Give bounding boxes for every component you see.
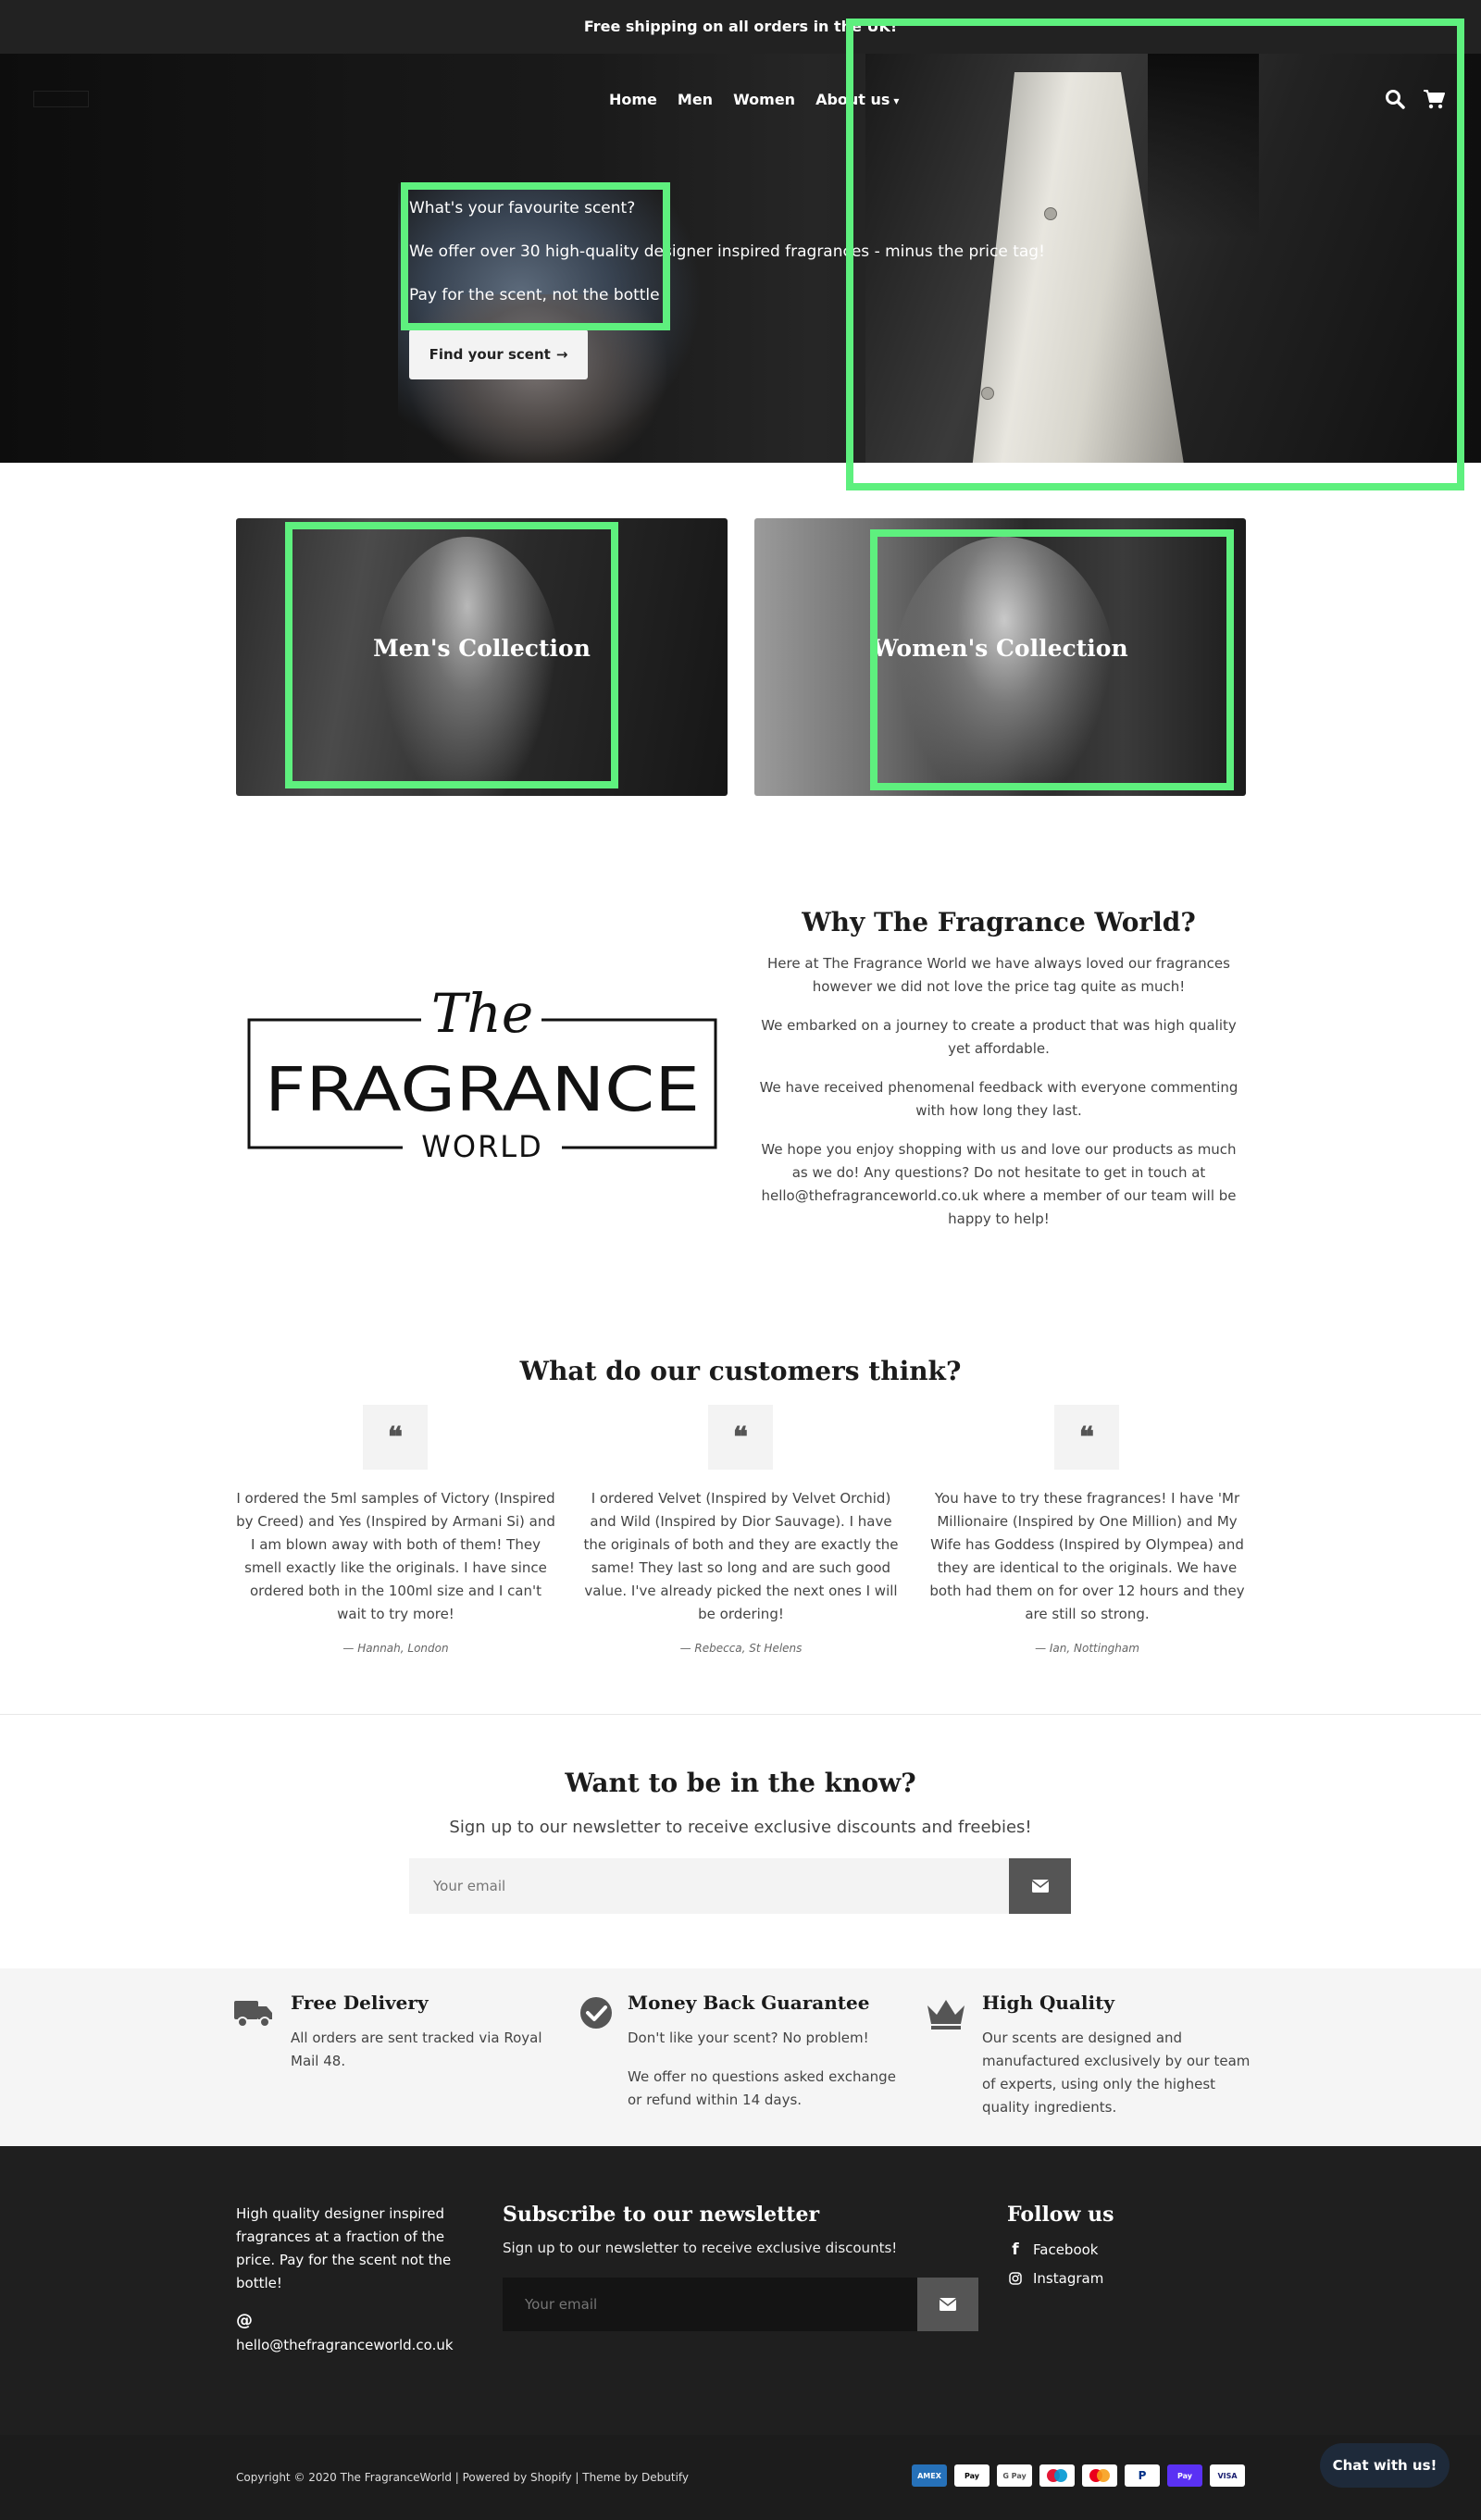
hero-line-3: Pay for the scent, not the bottle — [409, 286, 660, 304]
feature-title: Free Delivery — [291, 1992, 429, 2014]
feature-title: High Quality — [982, 1992, 1114, 2014]
amex-icon: AMEX — [912, 2464, 947, 2487]
nav-menu: Home Men Women About us ▾ — [609, 91, 899, 108]
instagram-icon — [1009, 2272, 1022, 2285]
feature-text: Our scents are designed and manufactured… — [982, 2027, 1251, 2135]
envelope-icon — [1031, 1880, 1049, 1893]
instagram-link[interactable]: Instagram — [1009, 2270, 1103, 2287]
footer-email-input[interactable] — [503, 2278, 917, 2331]
quote-icon: ❝ — [363, 1405, 428, 1470]
arrow-right-icon: → — [555, 346, 568, 363]
main-navigation: Home Men Women About us ▾ — [0, 54, 1481, 146]
quote-icon: ❝ — [1054, 1405, 1119, 1470]
envelope-icon — [940, 2298, 956, 2311]
crown-icon — [927, 2000, 965, 2030]
section-divider — [0, 1714, 1481, 1715]
hero-text: What's your favourite scent? We offer ov… — [409, 198, 1045, 329]
footer-contact: @ hello@thefragranceworld.co.uk — [236, 2309, 454, 2357]
newsletter-title: Want to be in the know? — [565, 1768, 916, 1798]
footer-about-text: High quality designer inspired fragrance… — [236, 2205, 452, 2291]
women-model-image — [893, 537, 1115, 796]
why-paragraph: We have received phenomenal feedback wit… — [759, 1079, 1238, 1119]
svg-text:FRAGRANCE: FRAGRANCE — [265, 1054, 700, 1125]
bottom-bar — [0, 2435, 1481, 2520]
testimonial-text: I ordered Velvet (Inspired by Velvet Orc… — [583, 1490, 899, 1622]
testimonial-author: — Ian, Nottingham — [1035, 1642, 1139, 1655]
check-circle-icon — [580, 1997, 612, 2029]
shirt-button — [1044, 207, 1057, 220]
copyright-text: Copyright © 2020 The FragranceWorld | Po… — [236, 2471, 690, 2484]
shop-pay-icon: Pay — [1167, 2464, 1202, 2487]
cart-icon[interactable] — [1423, 89, 1445, 109]
facebook-link[interactable]: f Facebook — [1009, 2241, 1098, 2259]
find-your-scent-label: Find your scent — [429, 346, 551, 363]
feature-line: All orders are sent tracked via Royal Ma… — [291, 2030, 542, 2069]
nav-item-about[interactable]: About us ▾ — [815, 91, 899, 108]
why-paragraph: We embarked on a journey to create a pro… — [761, 1017, 1237, 1057]
chat-button[interactable]: Chat with us! — [1320, 2443, 1450, 2488]
visa-icon: VISA — [1210, 2464, 1245, 2487]
feature-line: Don't like your scent? No problem! — [628, 2030, 869, 2046]
testimonial-author: — Hannah, London — [342, 1642, 449, 1655]
men-model-image — [375, 537, 560, 796]
why-paragraph: We hope you enjoy shopping with us and l… — [761, 1141, 1237, 1227]
footer-subscribe-text: Sign up to our newsletter to receive exc… — [503, 2240, 898, 2256]
apple-pay-icon: Pay — [954, 2464, 989, 2487]
footer-subscribe-title: Subscribe to our newsletter — [503, 2203, 820, 2227]
mastercard-icon — [1082, 2464, 1117, 2487]
truck-icon — [234, 2001, 272, 2028]
facebook-icon: f — [1012, 2241, 1019, 2259]
svg-text:WORLD: WORLD — [421, 1129, 543, 1164]
announcement-bar: Free shipping on all orders in the UK! — [0, 0, 1481, 54]
find-your-scent-button[interactable]: Find your scent → — [409, 329, 588, 379]
why-section: Why The Fragrance World? Here at The Fra… — [753, 907, 1245, 1247]
womens-collection-label: Women's Collection — [872, 635, 1128, 662]
nav-item-women[interactable]: Women — [733, 91, 795, 108]
feature-line: Our scents are designed and manufactured… — [982, 2030, 1251, 2116]
newsletter-subtitle: Sign up to our newsletter to receive exc… — [449, 1818, 1032, 1837]
footer-email-link[interactable]: hello@thefragranceworld.co.uk — [236, 2333, 454, 2357]
testimonial-author: — Rebecca, St Helens — [679, 1642, 803, 1655]
paypal-icon: P — [1125, 2464, 1160, 2487]
search-icon[interactable] — [1385, 89, 1405, 109]
facebook-label: Facebook — [1033, 2241, 1099, 2258]
testimonial-text: I ordered the 5ml samples of Victory (In… — [236, 1490, 555, 1622]
why-title: Why The Fragrance World? — [802, 907, 1196, 937]
nav-item-about-label: About us — [815, 91, 890, 108]
maestro-icon — [1039, 2464, 1075, 2487]
womens-collection-card[interactable]: Women's Collection — [754, 518, 1246, 796]
the-fragrance-world-logo: The FRAGRANCE WORLD — [247, 982, 717, 1164]
feature-text: All orders are sent tracked via Royal Ma… — [291, 2027, 559, 2089]
mens-collection-card[interactable]: Men's Collection — [236, 518, 728, 796]
google-pay-icon: G Pay — [997, 2464, 1032, 2487]
why-paragraph: Here at The Fragrance World we have alwa… — [767, 955, 1230, 995]
hero-line-2: We offer over 30 high-quality designer i… — [409, 242, 1045, 261]
newsletter-email-input[interactable] — [409, 1858, 1009, 1914]
newsletter-submit-button[interactable] — [1009, 1858, 1071, 1914]
feature-title: Money Back Guarantee — [628, 1992, 870, 2014]
chevron-down-icon: ▾ — [893, 94, 900, 107]
testimonial-text: You have to try these fragrances! I have… — [929, 1490, 1245, 1622]
mens-collection-label: Men's Collection — [373, 635, 591, 662]
instagram-label: Instagram — [1033, 2270, 1104, 2287]
testimonials-title: What do our customers think? — [519, 1356, 962, 1386]
footer-follow-title: Follow us — [1007, 2203, 1114, 2227]
footer-subscribe-button[interactable] — [917, 2278, 978, 2331]
feature-line: We offer no questions asked exchange or … — [628, 2068, 896, 2108]
shirt-button — [981, 387, 994, 400]
hero-line-1: What's your favourite scent? — [409, 199, 636, 217]
nav-item-home[interactable]: Home — [609, 91, 657, 108]
quote-icon: ❝ — [708, 1405, 773, 1470]
at-icon: @ — [236, 2311, 253, 2330]
svg-text:The: The — [431, 982, 533, 1045]
feature-text: Don't like your scent? No problem! We of… — [628, 2027, 905, 2128]
site-logo[interactable] — [33, 91, 89, 107]
nav-item-men[interactable]: Men — [678, 91, 713, 108]
